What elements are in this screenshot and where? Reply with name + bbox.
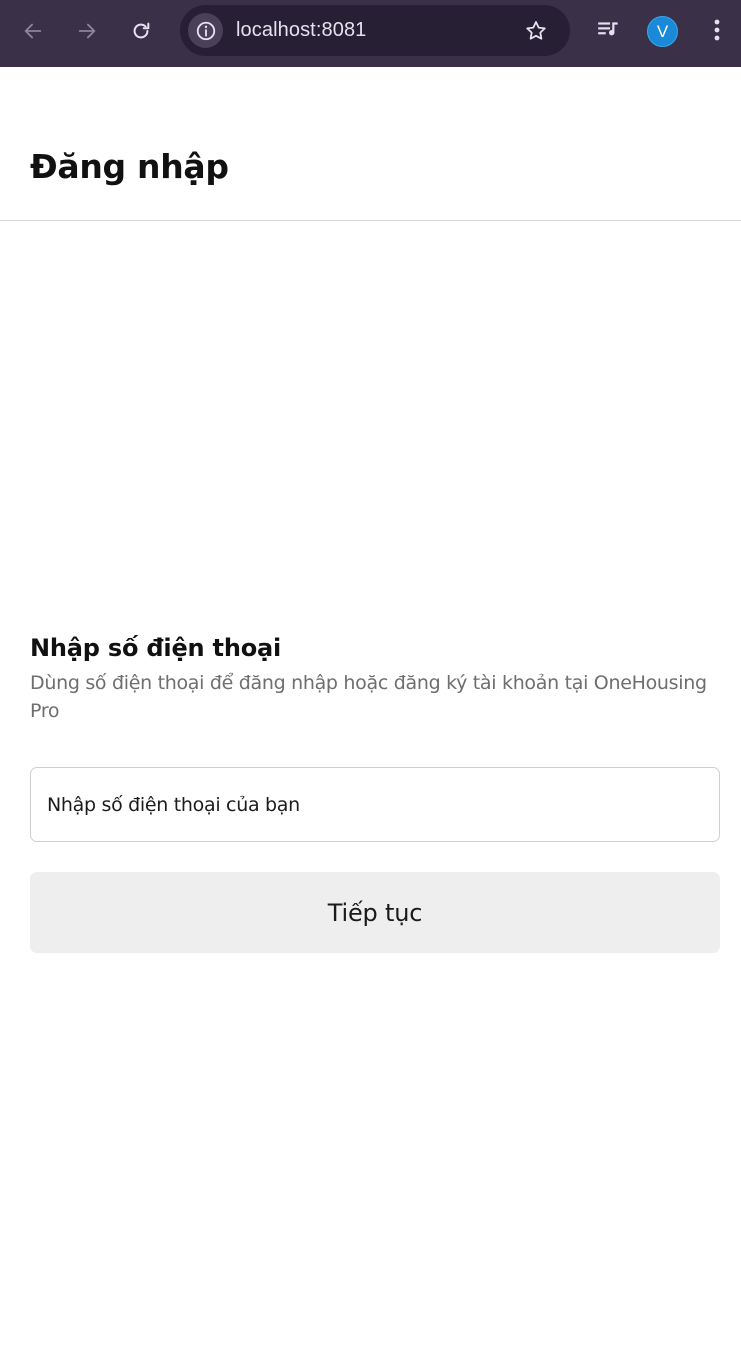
address-bar[interactable]: localhost:8081 xyxy=(180,5,570,56)
phone-input[interactable] xyxy=(30,767,720,842)
profile-avatar[interactable]: V xyxy=(647,16,678,47)
back-arrow-icon xyxy=(24,23,42,39)
bookmark-button[interactable] xyxy=(522,17,550,45)
site-info-button[interactable] xyxy=(188,13,223,48)
back-button[interactable] xyxy=(14,12,52,50)
media-queue-icon xyxy=(598,22,618,36)
section-title: Nhập số điện thoại xyxy=(30,634,282,662)
page-title: Đăng nhập xyxy=(30,147,229,186)
info-icon xyxy=(196,21,215,40)
browser-toolbar: localhost:8081 V xyxy=(0,0,741,67)
browser-menu-button[interactable] xyxy=(704,15,730,45)
section-description: Dùng số điện thoại để đăng nhập hoặc đăn… xyxy=(30,672,707,722)
profile-initial: V xyxy=(656,21,669,41)
kebab-menu-icon xyxy=(714,19,720,41)
continue-button[interactable]: Tiếp tục xyxy=(30,872,720,953)
media-controls-button[interactable] xyxy=(594,15,624,45)
page-header: Đăng nhập xyxy=(0,67,741,221)
star-icon xyxy=(526,21,546,40)
reload-button[interactable] xyxy=(122,12,160,50)
forward-arrow-icon xyxy=(78,23,96,39)
forward-button[interactable] xyxy=(68,12,106,50)
reload-icon xyxy=(133,22,150,39)
url-text[interactable]: localhost:8081 xyxy=(236,19,366,42)
